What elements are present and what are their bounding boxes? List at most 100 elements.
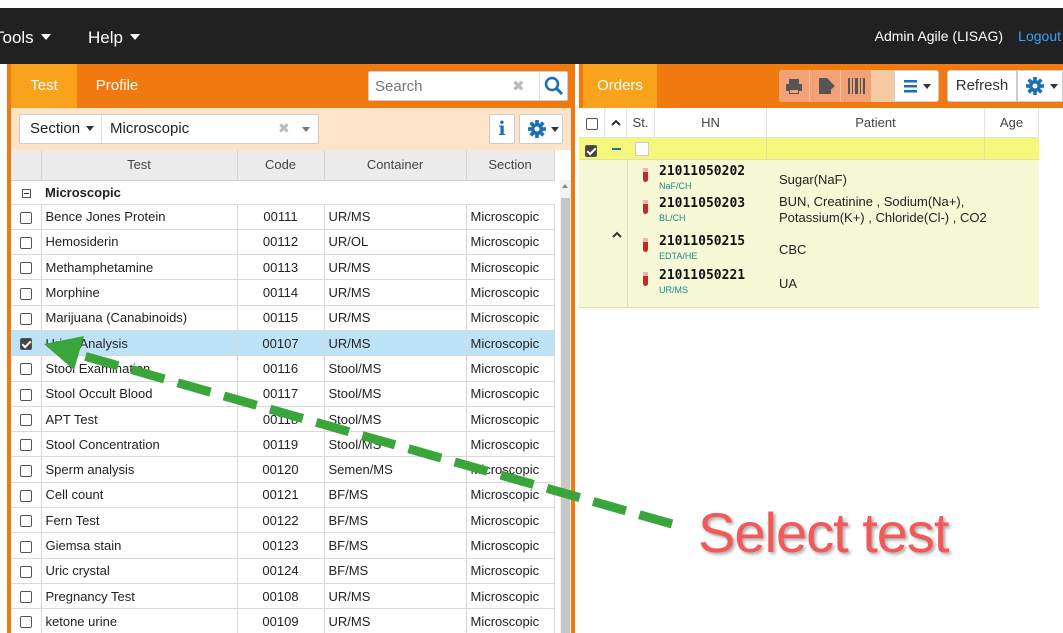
chevron-down-icon <box>86 126 95 131</box>
row-checkbox-cell[interactable] <box>11 254 42 281</box>
row-checkbox-cell[interactable] <box>11 456 42 483</box>
table-row[interactable]: Cell count 00121 BF/MS Microscopic <box>11 482 555 509</box>
row-checkbox[interactable] <box>19 338 32 351</box>
search-input[interactable] <box>369 72 529 100</box>
info-button[interactable]: i <box>489 114 515 144</box>
orders-settings-button[interactable] <box>1017 70 1063 102</box>
list-menu-button[interactable] <box>894 70 939 102</box>
table-row[interactable]: Uric crystal 00124 BF/MS Microscopic <box>11 558 555 584</box>
row-checkbox[interactable] <box>19 489 32 502</box>
tab-test[interactable]: Test <box>11 64 77 108</box>
search-button[interactable] <box>539 72 567 100</box>
column-hn[interactable]: HN <box>655 108 767 138</box>
column-patient[interactable]: Patient <box>767 108 985 138</box>
row-checkbox[interactable] <box>19 414 32 427</box>
row-checkbox-cell[interactable] <box>11 229 42 256</box>
row-checkbox[interactable] <box>19 262 32 275</box>
cell-container: UR/MS <box>324 305 467 331</box>
barcode-button[interactable] <box>841 70 871 102</box>
settings-dropdown-button[interactable] <box>519 114 563 144</box>
status-filter[interactable] <box>635 142 649 156</box>
section-filter[interactable]: Section Microscopic ✖ <box>19 114 319 144</box>
group-label: Microscopic <box>41 180 554 205</box>
column-age[interactable]: Age <box>985 108 1039 138</box>
row-checkbox[interactable] <box>19 363 32 376</box>
table-row[interactable]: Methamphetamine 00113 UR/MS Microscopic <box>11 254 555 281</box>
sort-header[interactable] <box>605 108 627 138</box>
print-button[interactable] <box>779 70 809 102</box>
table-row[interactable]: Giemsa stain 00123 BF/MS Microscopic <box>11 532 555 559</box>
row-checkbox[interactable] <box>19 591 32 604</box>
row-checkbox-cell[interactable] <box>11 431 42 458</box>
table-row[interactable]: APT Test 00118 Stool/MS Microscopic <box>11 406 555 433</box>
column-section[interactable]: Section <box>466 150 555 181</box>
chevron-down-icon[interactable] <box>302 127 310 132</box>
collapse-icon[interactable] <box>612 148 621 150</box>
table-row[interactable]: Urine Analysis 00107 UR/MS Microscopic <box>11 330 555 357</box>
row-checkbox[interactable] <box>19 287 32 300</box>
cell-code: 00118 <box>237 406 325 433</box>
scroll-up-icon[interactable] <box>562 184 568 188</box>
row-checkbox-cell[interactable] <box>11 608 42 633</box>
table-row[interactable]: Fern Test 00122 BF/MS Microscopic <box>11 507 555 534</box>
logout-link[interactable]: Logout <box>1018 28 1061 44</box>
table-row[interactable]: Hemosiderin 00112 UR/OL Microscopic <box>11 229 555 256</box>
vertical-scrollbar[interactable] <box>560 180 571 633</box>
scrollbar-thumb[interactable] <box>561 198 570 633</box>
table-row[interactable]: ketone urine 00109 UR/MS Microscopic <box>11 608 555 633</box>
refresh-button[interactable]: Refresh <box>947 70 1017 102</box>
row-checkbox[interactable] <box>19 237 32 249</box>
row-checkbox-cell[interactable] <box>11 279 42 306</box>
row-checkbox-cell[interactable] <box>11 507 42 534</box>
row-checkbox-cell[interactable] <box>11 482 42 509</box>
menu-tools[interactable]: Tools <box>0 28 51 48</box>
table-row[interactable]: Morphine 00114 UR/MS Microscopic <box>11 279 555 306</box>
search-icon <box>544 76 564 96</box>
row-checkbox[interactable] <box>19 616 32 629</box>
row-checkbox-cell[interactable] <box>11 204 42 230</box>
row-checkbox[interactable] <box>19 439 32 452</box>
row-checkbox[interactable] <box>19 515 32 528</box>
row-checkbox-cell[interactable] <box>11 330 42 357</box>
chevron-down-icon <box>40 34 51 40</box>
row-checkbox[interactable] <box>19 211 32 224</box>
cell-code: 00117 <box>237 381 325 407</box>
group-row[interactable]: Microscopic <box>11 180 554 205</box>
table-row[interactable]: Stool Occult Blood 00117 Stool/MS Microscop… <box>11 381 555 407</box>
table-row[interactable]: Sperm analysis 00120 Semen/MS Microscopic <box>11 456 555 483</box>
clear-icon[interactable]: ✖ <box>278 120 290 137</box>
tab-orders[interactable]: Orders <box>583 64 657 108</box>
row-checkbox-cell[interactable] <box>11 406 42 433</box>
table-row[interactable]: Pregnancy Test 00108 UR/MS Microscopic <box>11 583 555 610</box>
row-checkbox[interactable] <box>19 312 32 325</box>
table-row[interactable]: Stool Concentration 00119 Stool/MS Microsco… <box>11 431 555 458</box>
column-code[interactable]: Code <box>237 150 325 181</box>
export-button[interactable] <box>810 70 840 102</box>
row-checkbox[interactable] <box>19 565 32 578</box>
tab-profile[interactable]: Profile <box>77 64 157 108</box>
select-all-header[interactable] <box>579 108 605 138</box>
clear-icon[interactable]: ✖ <box>512 77 525 95</box>
row-checkbox-cell[interactable] <box>11 583 42 610</box>
row-checkbox-cell[interactable] <box>11 558 42 584</box>
table-row[interactable]: Bence Jones Protein 00111 UR/MS Microscopic <box>11 204 555 230</box>
row-checkbox[interactable] <box>19 388 32 401</box>
table-row[interactable]: Marijuana (Canabinoids) 00115 UR/MS Microsc… <box>11 305 555 331</box>
select-all-checkbox[interactable] <box>585 117 598 130</box>
filter-checkbox[interactable] <box>585 142 597 157</box>
row-checkbox-cell[interactable] <box>11 532 42 559</box>
collapse-toggle[interactable] <box>11 180 41 205</box>
row-checkbox-cell[interactable] <box>11 305 42 331</box>
row-checkbox-cell[interactable] <box>11 381 42 407</box>
column-status[interactable]: St. <box>627 108 655 138</box>
chevron-up-icon[interactable] <box>611 230 623 240</box>
table-row[interactable]: Stool Examination 00116 Stool/MS Microscopi… <box>11 355 555 382</box>
column-test[interactable]: Test <box>41 150 238 181</box>
column-container[interactable]: Container <box>324 150 467 181</box>
row-checkbox[interactable] <box>19 540 32 553</box>
row-checkbox[interactable] <box>19 464 32 477</box>
row-checkbox-cell[interactable] <box>11 355 42 382</box>
filter-field-dropdown[interactable]: Section <box>20 115 102 143</box>
menu-help[interactable]: Help <box>88 28 140 48</box>
tube-type: EDTA/HE <box>659 251 698 261</box>
